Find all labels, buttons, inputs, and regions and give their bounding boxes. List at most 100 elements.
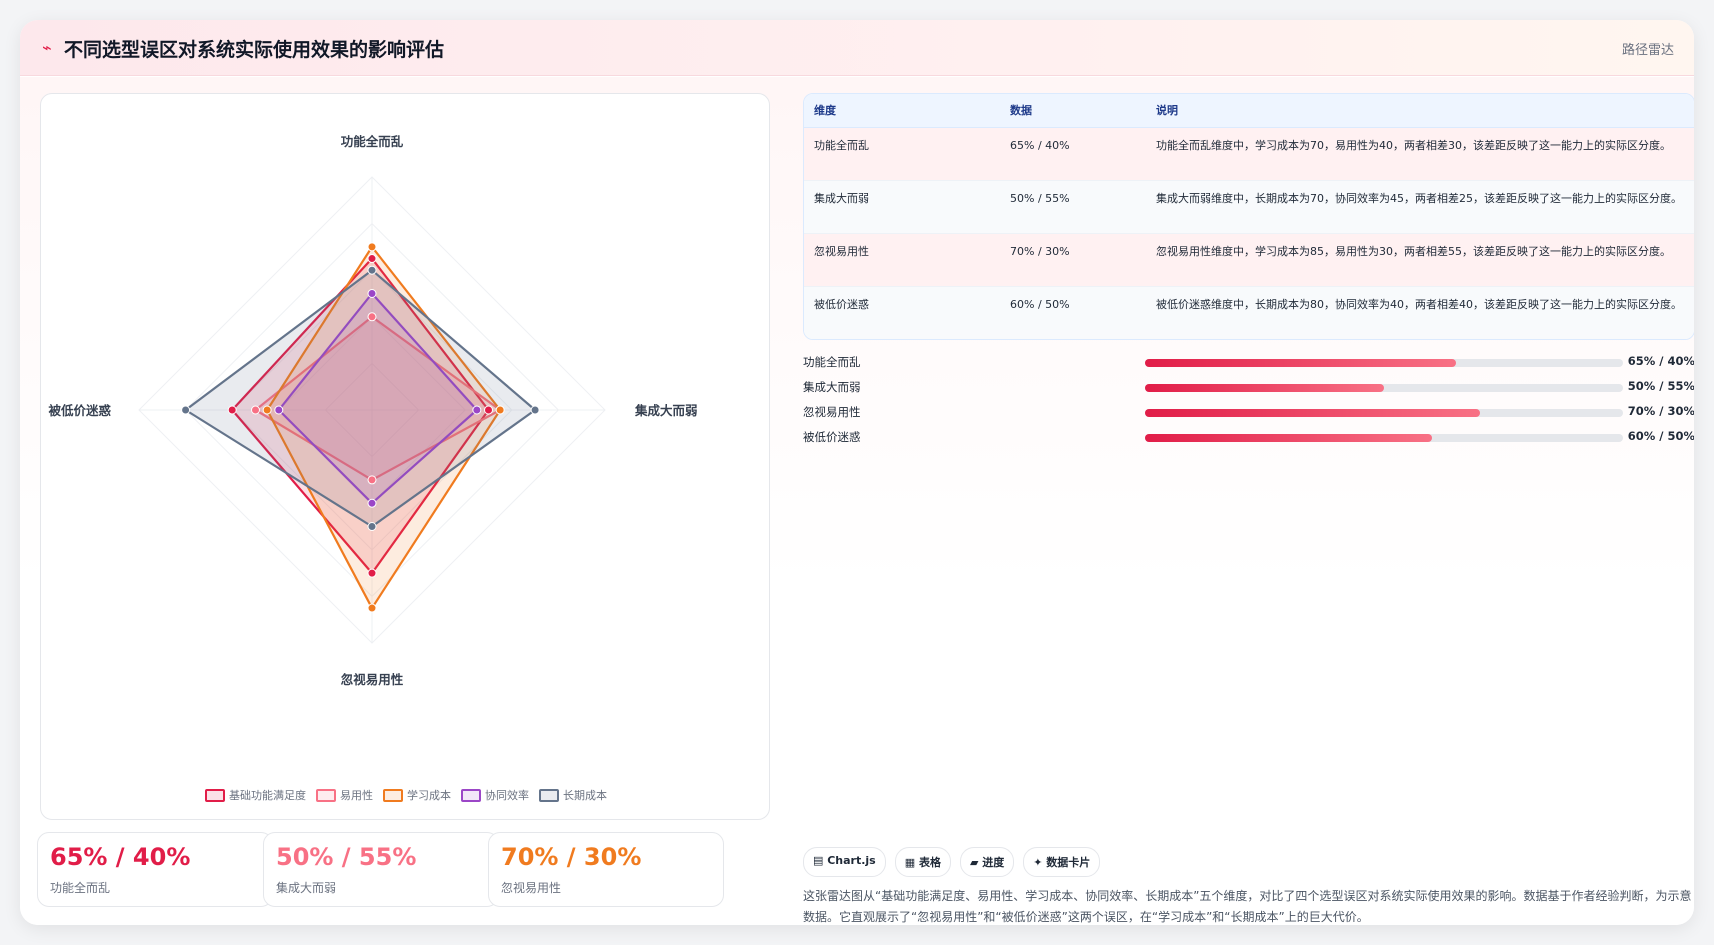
stat-label: 忽视易用性: [501, 881, 562, 895]
radar-axis-label: 忽视易用性: [341, 672, 404, 687]
table-row: 集成大而弱 50% / 55% 集成大而弱维度中，长期成本为70，协同效率为45…: [804, 180, 1694, 234]
progress-label: 忽视易用性: [803, 405, 861, 419]
stat-card-3: 70% / 30% 忽视易用性: [488, 832, 724, 907]
progress-value: 60% / 50%: [1627, 429, 1694, 443]
progress-fill: [1145, 384, 1384, 392]
stat-card-1: 65% / 40% 功能全而乱: [37, 832, 273, 907]
radar-data-point: [367, 242, 377, 252]
table-cell-data: 70% / 30%: [1000, 233, 1146, 287]
radar-data-point: [367, 289, 377, 298]
legend-item[interactable]: 长期成本: [539, 787, 607, 803]
radar-chart: 功能全而乱集成大而弱忽视易用性 被低价迷惑: [48, 134, 698, 687]
legend-label: 易用性: [340, 789, 373, 802]
table-cell-note: 功能全而乱维度中，学习成本为70，易用性为40，两者相差30，该差距反映了这一能…: [1146, 127, 1694, 181]
legend-item[interactable]: 学习成本: [383, 787, 451, 803]
stat-value: 65% / 40%: [50, 843, 191, 871]
progress-fill: [1145, 359, 1456, 367]
chip-chartjs[interactable]: ▤ Chart.js: [803, 847, 886, 877]
legend-label: 长期成本: [563, 789, 607, 802]
progress-track: [1145, 359, 1623, 367]
radar-data-point: [251, 405, 260, 415]
progress-row: 集成大而弱 50% / 55%: [803, 376, 1694, 401]
legend-swatch: [461, 788, 481, 802]
table-cell-data: 65% / 40%: [1000, 127, 1146, 181]
table-header-note: 说明: [1146, 94, 1694, 128]
radar-data-point: [367, 475, 377, 485]
progress-row: 忽视易用性 70% / 30%: [803, 401, 1694, 426]
chip-data-card[interactable]: ✦ 数据卡片: [1023, 847, 1101, 877]
progress-track: [1145, 409, 1623, 417]
radar-data-point: [367, 568, 377, 578]
radar-data-point: [367, 254, 377, 264]
radar-data-point: [495, 405, 505, 415]
table-cell-dimension: 忽视易用性: [804, 233, 1000, 287]
radar-data-point: [227, 405, 237, 415]
table-header-dimension: 维度: [804, 94, 1000, 128]
sparkline-icon: ⌁: [42, 38, 52, 57]
progress-value: 65% / 40%: [1627, 354, 1694, 368]
radar-series-area: [184, 269, 537, 528]
table-cell-note: 集成大而弱维度中，长期成本为70，协同效率为45，两者相差25，该差距反映了这一…: [1146, 180, 1694, 234]
legend-label: 基础功能满足度: [229, 789, 306, 802]
progress-fill: [1145, 409, 1480, 417]
progress-label: 被低价迷惑: [803, 430, 861, 444]
stat-value: 70% / 30%: [501, 843, 642, 871]
table-row: 忽视易用性 70% / 30% 忽视易用性维度中，学习成本为85，易用性为30，…: [804, 233, 1694, 287]
path-radar-link[interactable]: 路径雷达: [1622, 39, 1674, 58]
legend-item[interactable]: 协同效率: [461, 787, 529, 803]
radar-data-point: [472, 405, 482, 415]
radar-chart-panel: 功能全而乱集成大而弱忽视易用性 被低价迷惑 基础功能满足度 易用性 学习成本 协同效率 长…: [40, 93, 770, 820]
progress-row: 被低价迷惑 60% / 50%: [803, 426, 1694, 451]
radar-data-point: [181, 405, 191, 415]
page-title: 不同选型误区对系统实际使用效果的影响评估: [64, 39, 445, 61]
legend-swatch: [205, 788, 225, 802]
table-header-row: 维度 数据 说明: [804, 94, 1694, 128]
progress-list: 功能全而乱 65% / 40% 集成大而弱 50% / 55% 忽视易用性 70…: [803, 351, 1694, 451]
table-cell-dimension: 集成大而弱: [804, 180, 1000, 234]
radar-data-point: [484, 405, 493, 415]
chip-table[interactable]: ▦ 表格: [894, 847, 951, 877]
chip-progress[interactable]: ▰ 进度: [959, 847, 1015, 877]
radar-data-point: [274, 405, 284, 415]
legend-item[interactable]: 基础功能满足度: [205, 787, 306, 803]
table-cell-note: 忽视易用性维度中，学习成本为85，易用性为30，两者相差55，该差距反映了这一能…: [1146, 233, 1694, 287]
table-cell-data: 50% / 55%: [1000, 180, 1146, 234]
header-bar: ⌁ 不同选型误区对系统实际使用效果的影响评估 路径雷达: [20, 20, 1694, 76]
legend-swatch: [539, 788, 559, 802]
radar-data-point: [367, 312, 377, 322]
progress-value: 50% / 55%: [1627, 379, 1694, 393]
radar-data-point: [367, 498, 377, 508]
progress-track: [1145, 384, 1623, 392]
progress-track: [1145, 434, 1623, 442]
stat-label: 集成大而弱: [276, 881, 337, 895]
table-row: 功能全而乱 65% / 40% 功能全而乱维度中，学习成本为70，易用性为40，…: [804, 127, 1694, 181]
table-cell-dimension: 被低价迷惑: [804, 286, 1000, 339]
progress-value: 70% / 30%: [1627, 404, 1694, 418]
tag-chips: ▤ Chart.js ▦ 表格 ▰ 进度 ✦ 数据卡片: [803, 847, 1101, 877]
legend-label: 协同效率: [485, 789, 529, 802]
radar-data-point: [262, 405, 272, 415]
table-cell-data: 60% / 50%: [1000, 286, 1146, 339]
stat-card-2: 50% / 55% 集成大而弱: [263, 832, 499, 907]
legend-item[interactable]: 易用性: [316, 787, 373, 803]
radar-axis-label: 集成大而弱: [634, 403, 698, 418]
data-table: 维度 数据 说明 功能全而乱 65% / 40% 功能全而乱维度中，学习成本为7…: [803, 93, 1694, 340]
legend-swatch: [383, 788, 403, 802]
chart-legend: 基础功能满足度 易用性 学习成本 协同效率 长期成本: [41, 787, 771, 803]
radar-data-point: [367, 265, 377, 275]
progress-row: 功能全而乱 65% / 40%: [803, 351, 1694, 376]
legend-swatch: [316, 788, 336, 802]
chart-description: 这张雷达图从“基础功能满足度、易用性、学习成本、协同效率、长期成本”五个维度，对…: [803, 889, 1692, 924]
main-card: ⌁ 不同选型误区对系统实际使用效果的影响评估 路径雷达 功能全而乱 集成大而弱 忽视…: [20, 20, 1694, 925]
stat-label: 功能全而乱: [50, 881, 111, 895]
progress-label: 集成大而弱: [803, 380, 861, 394]
table-header-data: 数据: [1000, 94, 1146, 128]
legend-label: 学习成本: [407, 789, 451, 802]
radar-data-point: [367, 522, 377, 531]
progress-fill: [1145, 434, 1432, 442]
radar-axis-label: 功能全而乱: [341, 134, 404, 149]
radar-axis-label: 被低价迷惑: [48, 403, 111, 418]
radar-data-point: [367, 603, 377, 613]
table-cell-dimension: 功能全而乱: [804, 127, 1000, 181]
table-cell-note: 被低价迷惑维度中，长期成本为80，协同效率为40，两者相差40，该差距反映了这一…: [1146, 286, 1694, 339]
